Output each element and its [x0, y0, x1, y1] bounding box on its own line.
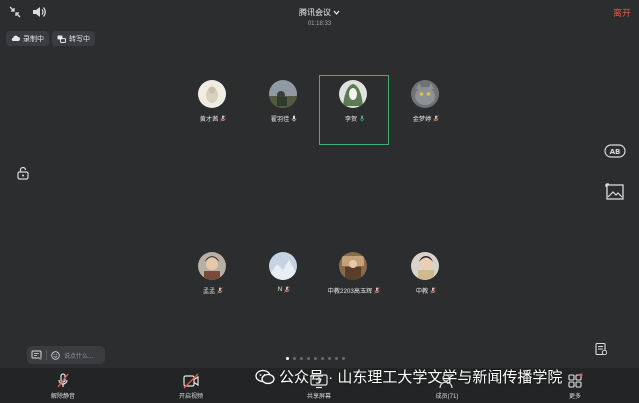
page-dot[interactable] — [293, 357, 296, 360]
comment-placeholder: 说点什么... — [64, 353, 94, 360]
gallery-icon[interactable] — [605, 183, 625, 201]
caption-ab-icon[interactable]: AB — [604, 143, 626, 159]
page-dot-active[interactable] — [286, 357, 289, 360]
participant-tile[interactable]: N — [249, 247, 319, 317]
avatar — [339, 80, 367, 108]
share-screen-label: 共享屏幕 — [306, 394, 331, 400]
svg-text:AB: AB — [610, 148, 621, 156]
avatar — [198, 252, 226, 280]
unmute-label: 解除静音 — [50, 394, 75, 400]
transcription-status-button[interactable]: 转写中 — [52, 31, 95, 46]
transcription-label: 转写中 — [69, 35, 90, 43]
participant-name: N — [277, 286, 283, 293]
wechat-watermark: 公众号 · 山东理工大学文学与新闻传播学院 — [255, 366, 562, 387]
mic-active-icon — [359, 115, 365, 122]
participant-tile-active-speaker[interactable]: 李贺 — [319, 75, 389, 145]
page-dot[interactable] — [335, 357, 338, 360]
mic-icon — [291, 115, 297, 122]
divider — [46, 350, 47, 360]
notes-icon[interactable] — [594, 342, 608, 356]
mic-muted-icon — [430, 287, 436, 294]
more-grid-icon — [568, 373, 583, 388]
participant-name: 金梦婷 — [412, 116, 432, 123]
avatar — [269, 252, 297, 280]
unlock-icon[interactable] — [16, 166, 30, 180]
video-off-icon — [183, 373, 199, 389]
avatar — [198, 80, 226, 108]
transcribe-icon — [57, 35, 66, 43]
page-indicator — [286, 357, 345, 360]
mic-muted-icon — [284, 286, 291, 293]
page-dot[interactable] — [342, 357, 345, 360]
unmute-button[interactable]: 解除静音 — [38, 373, 88, 400]
participant-tile[interactable]: 黄才茜 — [178, 75, 248, 145]
avatar — [269, 80, 297, 108]
mic-muted-icon — [57, 373, 69, 388]
mic-muted-icon — [220, 115, 227, 122]
participant-tile[interactable]: 金梦婷 — [391, 75, 461, 145]
participant-name: 中教 — [415, 288, 429, 295]
meeting-title[interactable]: 腾讯会议 — [299, 7, 340, 18]
participant-tile[interactable]: 中教 — [391, 247, 461, 317]
recording-status-button[interactable]: 录制中 — [6, 31, 49, 46]
participant-tile[interactable]: 翟羽佳 — [249, 75, 319, 145]
page-dot[interactable] — [328, 357, 331, 360]
participant-name: 黄才茜 — [199, 116, 219, 123]
avatar — [411, 252, 439, 280]
members-label: 成员(71) — [435, 394, 459, 400]
wechat-icon — [255, 369, 275, 384]
avatar — [339, 252, 367, 280]
participant-name: 孟孟 — [202, 288, 216, 295]
recording-label: 录制中 — [23, 35, 44, 43]
page-dot[interactable] — [314, 357, 317, 360]
participant-name: 翟羽佳 — [270, 116, 290, 123]
emoji-icon[interactable] — [51, 350, 60, 360]
participant-name: 李贺 — [344, 116, 358, 123]
start-video-label: 开启视频 — [178, 394, 203, 400]
avatar — [411, 80, 439, 108]
cloud-record-icon — [11, 35, 20, 41]
participant-tile[interactable]: 中教2203高玉辉 — [319, 247, 389, 317]
page-dot[interactable] — [300, 357, 303, 360]
mic-muted-icon — [374, 287, 381, 294]
page-dot[interactable] — [321, 357, 324, 360]
comment-list-icon[interactable] — [31, 350, 42, 360]
chevron-down-icon — [333, 10, 340, 15]
more-label: 更多 — [568, 394, 581, 400]
participant-name: 中教2203高玉辉 — [327, 288, 373, 295]
start-video-button[interactable]: 开启视频 — [166, 373, 216, 400]
leave-button[interactable]: 离开 — [613, 6, 631, 19]
page-dot[interactable] — [307, 357, 310, 360]
meeting-timer: 01:18:33 — [307, 21, 332, 27]
mic-muted-icon — [217, 287, 223, 294]
comment-input[interactable]: 说点什么... — [27, 346, 105, 364]
participant-tile[interactable]: 孟孟 — [178, 247, 248, 317]
mic-muted-icon — [433, 115, 440, 122]
watermark-text: 公众号 · 山东理工大学文学与新闻传播学院 — [279, 369, 563, 386]
top-bar: 腾讯会议 01:18:33 离开 — [0, 0, 639, 27]
meeting-title-text: 腾讯会议 — [299, 8, 331, 17]
